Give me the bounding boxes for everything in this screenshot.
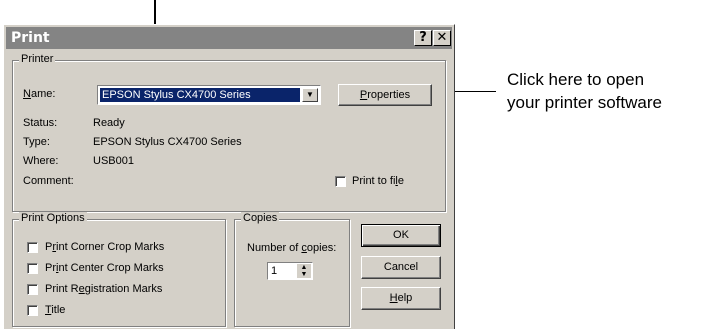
callout-line-2: your printer software [507, 93, 662, 112]
title-bar: Print ? ✕ [6, 27, 452, 49]
printer-name-value: EPSON Stylus CX4700 Series [100, 88, 300, 102]
callout-line-1: Click here to open [507, 70, 645, 89]
printer-group: Printer Name: EPSON Stylus CX4700 Series… [12, 53, 446, 212]
where-label: Where: [23, 155, 59, 167]
print-to-file-checkbox[interactable] [335, 176, 346, 187]
status-value: Ready [93, 117, 125, 129]
center-crop-marks-checkbox[interactable] [27, 263, 38, 274]
printer-group-label: Printer [19, 53, 56, 65]
chevron-down-icon[interactable]: ▼ [302, 88, 318, 102]
dialog-title: Print [11, 30, 50, 46]
print-dialog: Print ? ✕ Printer Name: EPSON Stylus CX4… [3, 24, 455, 329]
printer-name-select[interactable]: EPSON Stylus CX4700 Series ▼ [97, 85, 321, 105]
close-icon[interactable]: ✕ [433, 30, 451, 46]
print-options-group: Print Options Print Corner Crop Marks Pr… [12, 212, 226, 327]
copies-group-label: Copies [241, 212, 280, 224]
type-value: EPSON Stylus CX4700 Series [93, 136, 242, 148]
title-checkbox[interactable] [27, 305, 38, 316]
title-label: Title [45, 304, 66, 316]
help-button[interactable]: Help [361, 287, 441, 310]
properties-button[interactable]: Properties [338, 84, 432, 106]
print-options-group-label: Print Options [19, 212, 87, 224]
copies-stepper[interactable]: 1 ▲ ▼ [267, 262, 313, 280]
print-to-file-label: Print to file [352, 175, 404, 187]
center-crop-marks-label: Print Center Crop Marks [45, 262, 164, 274]
copies-value: 1 [271, 265, 278, 277]
status-label: Status: [23, 117, 58, 129]
cancel-button[interactable]: Cancel [361, 256, 441, 279]
spin-arrows-icon[interactable]: ▲ ▼ [296, 264, 311, 278]
help-question-icon[interactable]: ? [414, 30, 432, 46]
ok-button[interactable]: OK [361, 224, 441, 247]
corner-crop-marks-label: Print Corner Crop Marks [45, 241, 165, 253]
registration-marks-label: Print Registration Marks [45, 283, 163, 295]
registration-marks-checkbox[interactable] [27, 284, 38, 295]
number-of-copies-label: Number of copies: [247, 242, 337, 254]
where-value: USB001 [93, 155, 134, 167]
copies-group: Copies Number of copies: 1 ▲ ▼ [234, 212, 350, 327]
name-label: Name: [23, 88, 56, 100]
corner-crop-marks-checkbox[interactable] [27, 242, 38, 253]
comment-label: Comment: [23, 175, 74, 187]
callout-text: Click here to open your printer software [507, 68, 705, 114]
type-label: Type: [23, 136, 50, 148]
